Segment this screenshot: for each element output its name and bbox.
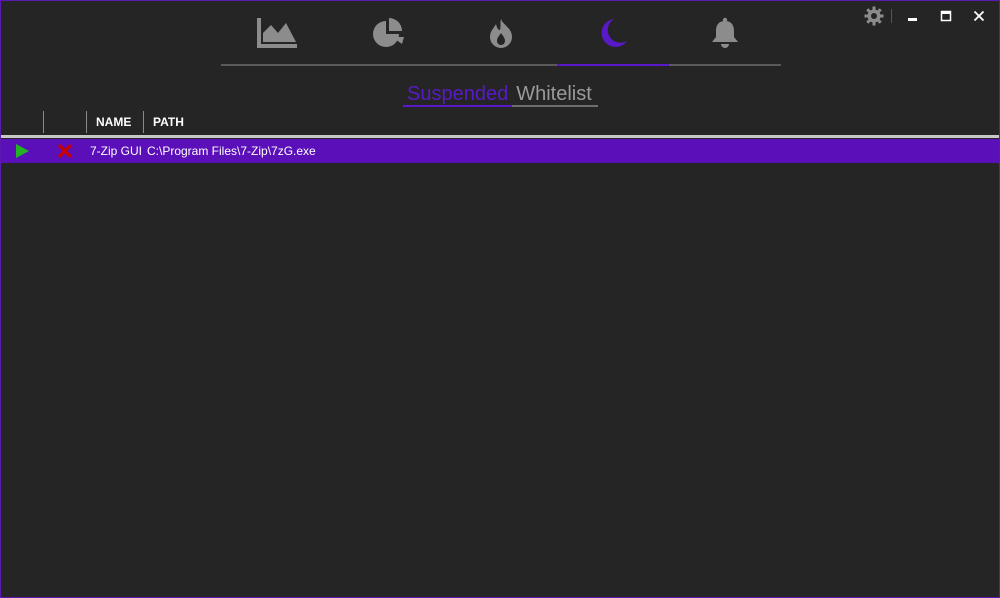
close-button[interactable] (962, 5, 995, 27)
app-window: Suspended Whitelist NAME PATH 7-Zip GUI (0, 0, 1000, 598)
gear-icon (864, 6, 884, 26)
window-controls (859, 5, 995, 27)
minimize-icon (907, 18, 917, 21)
close-icon (973, 10, 984, 22)
process-name: 7-Zip GUI (90, 144, 141, 158)
settings-button[interactable] (859, 5, 889, 27)
table-row[interactable]: 7-Zip GUI C:\Program Files\7-Zip\7zG.exe (1, 139, 999, 163)
flame-icon (490, 18, 512, 48)
nav-item-statistics[interactable] (333, 1, 445, 64)
nav-item-hot[interactable] (445, 1, 557, 64)
process-path: C:\Program Files\7-Zip\7zG.exe (147, 144, 316, 158)
suspended-subtabs: Suspended Whitelist (403, 79, 598, 107)
minimize-button[interactable] (896, 5, 929, 27)
suspended-table: NAME PATH 7-Zip GUI C:\Program Files\7-Z… (1, 109, 999, 163)
nav-item-suspended[interactable] (557, 1, 669, 66)
column-header-name[interactable]: NAME (87, 111, 143, 133)
column-header-path[interactable]: PATH (144, 111, 344, 133)
nav-item-performance[interactable] (221, 1, 333, 64)
bell-icon (712, 17, 738, 48)
controls-divider (891, 9, 892, 23)
maximize-icon (940, 10, 951, 22)
resume-button[interactable] (13, 143, 31, 159)
remove-button[interactable] (56, 143, 74, 159)
pie-chart-icon (373, 17, 404, 47)
area-chart-icon (257, 17, 297, 48)
table-header: NAME PATH (1, 109, 999, 138)
tab-whitelist[interactable]: Whitelist (512, 79, 598, 107)
tab-suspended[interactable]: Suspended (403, 79, 513, 107)
x-icon (57, 143, 73, 159)
play-icon (16, 144, 29, 158)
moon-icon (601, 18, 627, 47)
maximize-button[interactable] (929, 5, 962, 27)
column-divider[interactable] (43, 111, 44, 133)
main-nav (221, 1, 781, 66)
nav-item-notifications[interactable] (669, 1, 781, 64)
